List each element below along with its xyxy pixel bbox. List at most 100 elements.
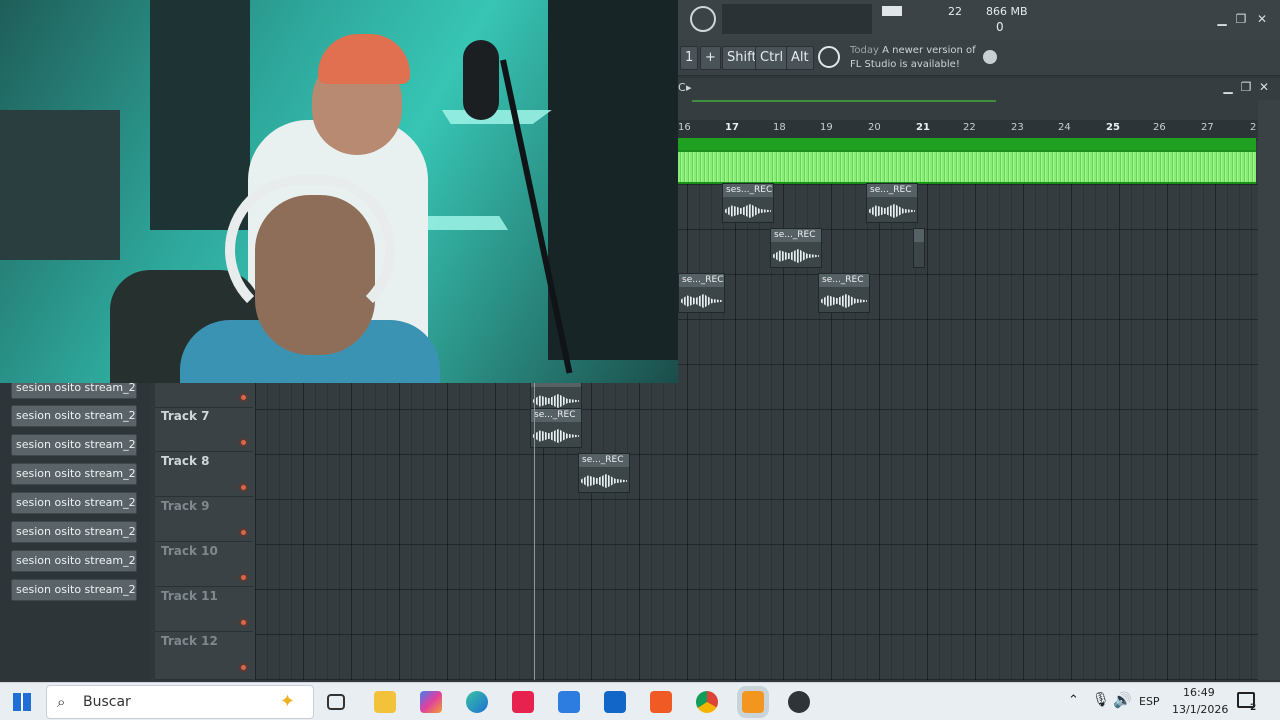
track-header[interactable] — [155, 383, 253, 408]
waveform — [678, 152, 1256, 182]
voices-readout: 0 — [996, 20, 1004, 34]
ruler-bar-16: 16 — [678, 122, 691, 133]
globe-icon[interactable] — [983, 50, 997, 64]
waveform — [773, 249, 819, 263]
webcam-overlay — [0, 0, 678, 383]
close-icon[interactable]: ✕ — [1254, 12, 1270, 26]
audio-clip[interactable]: se..._REC — [770, 228, 822, 268]
playhead[interactable] — [534, 383, 535, 680]
ruler-bar-26: 26 — [1153, 122, 1166, 133]
playlist-minimize-icon[interactable]: ▁ — [1220, 80, 1236, 94]
playlist-maximize-icon[interactable]: ❐ — [1238, 80, 1254, 94]
tray-chevron-icon[interactable]: ⌃ — [1068, 693, 1079, 708]
audio-clip[interactable]: ses..._REC — [722, 183, 774, 223]
headphones — [225, 175, 395, 325]
waveform — [869, 204, 915, 218]
record-arm-icon[interactable] — [239, 618, 248, 627]
cpu-value: 22 — [948, 5, 962, 18]
audio-clip[interactable]: se..._REC — [530, 408, 582, 448]
ruler-bar-20: 20 — [868, 122, 881, 133]
browser-item[interactable]: sesion osito stream_202... — [11, 434, 137, 456]
browser-item[interactable]: sesion osito stream_202... — [11, 492, 137, 514]
track-name: Track 10 — [161, 544, 218, 558]
track-header[interactable]: Track 11 — [155, 588, 253, 632]
ruler-bar-24: 24 — [1058, 122, 1071, 133]
record-arm-icon[interactable] — [239, 663, 248, 672]
audio-clip[interactable] — [913, 228, 925, 268]
store-icon[interactable] — [558, 691, 580, 713]
ruler-bar-25: 25 — [1106, 122, 1120, 133]
track-header[interactable]: Track 12 — [155, 633, 253, 680]
playlist-arrow-icon[interactable]: ▸ — [686, 81, 692, 94]
waveform — [681, 294, 722, 308]
maximize-icon[interactable]: ❐ — [1233, 12, 1249, 26]
edge-icon[interactable] — [466, 691, 488, 713]
chrome-icon[interactable] — [696, 691, 718, 713]
clock-date[interactable]: 13/1/2026 — [1172, 703, 1228, 716]
memory-readout: 866 MB — [986, 5, 1028, 18]
obs-icon[interactable] — [788, 691, 810, 713]
brave-icon[interactable] — [650, 691, 672, 713]
record-arm-icon[interactable] — [239, 438, 248, 447]
copilot-icon[interactable] — [420, 691, 442, 713]
notification-count: 2 — [1250, 703, 1257, 713]
clock-time[interactable]: 16:49 — [1183, 686, 1215, 699]
playlist-close-icon[interactable]: ✕ — [1256, 80, 1272, 94]
track-header[interactable]: Track 9 — [155, 498, 253, 542]
numeric-key[interactable]: 1 — [680, 46, 699, 70]
track-header[interactable]: Track 7 — [155, 408, 253, 452]
audio-clip[interactable]: se..._REC — [578, 453, 630, 493]
ruler-bar-22: 22 — [963, 122, 976, 133]
audio-clip[interactable]: se..._REC — [866, 183, 918, 223]
studio-wall-panel — [150, 0, 250, 230]
browser-item[interactable]: sesion osito stream_202... — [11, 579, 137, 601]
track-name: Track 7 — [161, 409, 210, 423]
record-arm-icon[interactable] — [239, 528, 248, 537]
minimize-icon[interactable]: ▁ — [1214, 12, 1230, 26]
waveform — [821, 294, 867, 308]
plus-key-button[interactable]: + — [700, 46, 721, 70]
track-header[interactable]: Track 8 — [155, 453, 253, 497]
outlook-icon[interactable] — [604, 691, 626, 713]
alt-key-button[interactable]: Alt — [786, 46, 814, 70]
playlist-scrollbar[interactable] — [1258, 100, 1280, 680]
search-input[interactable]: ⌕ Buscar ✦ — [46, 685, 314, 719]
ctrl-key-button[interactable]: Ctrl — [755, 46, 789, 70]
hint-icon — [818, 46, 840, 68]
waveform — [533, 429, 579, 443]
start-button[interactable] — [13, 693, 31, 711]
track-name: Track 9 — [161, 499, 210, 513]
cap — [318, 34, 410, 84]
task-view-icon[interactable] — [327, 694, 345, 710]
ruler-bar-21: 21 — [916, 122, 930, 133]
fl-studio-icon[interactable] — [742, 691, 764, 713]
track-header[interactable]: Track 10 — [155, 543, 253, 587]
volume-icon[interactable]: 🔊 — [1113, 691, 1132, 709]
record-arm-icon[interactable] — [239, 573, 248, 582]
browser-item[interactable]: sesion osito stream_202... — [11, 405, 137, 427]
record-arm-icon[interactable] — [239, 393, 248, 402]
timeline-ruler[interactable]: 16 17 18 19 20 21 22 23 24 25 26 27 2 — [678, 120, 1258, 138]
clip-title — [914, 229, 924, 242]
clip-title: se..._REC — [579, 454, 629, 467]
language-indicator[interactable]: ESP — [1139, 695, 1160, 708]
audio-clip[interactable]: se..._REC — [818, 273, 870, 313]
tiktok-icon[interactable] — [512, 691, 534, 713]
browser-item[interactable]: sesion osito stream_202... — [11, 463, 137, 485]
audio-clip[interactable]: se..._REC — [678, 273, 725, 313]
tempo-knob-icon[interactable] — [690, 6, 716, 32]
studio-wall-panel — [0, 110, 120, 260]
browser-item[interactable]: sesion osito stream_202... — [11, 550, 137, 572]
copilot-sparkle-icon: ✦ — [279, 691, 295, 712]
hint-line-1: A newer version of — [882, 45, 976, 56]
audio-clip-master[interactable] — [678, 138, 1256, 184]
update-hint[interactable]: Today A newer version of FL Studio is av… — [850, 44, 980, 72]
browser-item[interactable]: sesion osito stream_202... — [11, 521, 137, 543]
record-arm-icon[interactable] — [239, 483, 248, 492]
search-icon: ⌕ — [57, 693, 66, 711]
ruler-bar-19: 19 — [820, 122, 833, 133]
file-explorer-icon[interactable] — [374, 691, 396, 713]
microphone-icon[interactable]: 🎙 — [1092, 692, 1110, 708]
waveform — [581, 474, 627, 488]
screen: 22 866 MB 0 ▁ ❐ ✕ 1 + Shift Ctrl Alt Tod… — [0, 0, 1280, 720]
